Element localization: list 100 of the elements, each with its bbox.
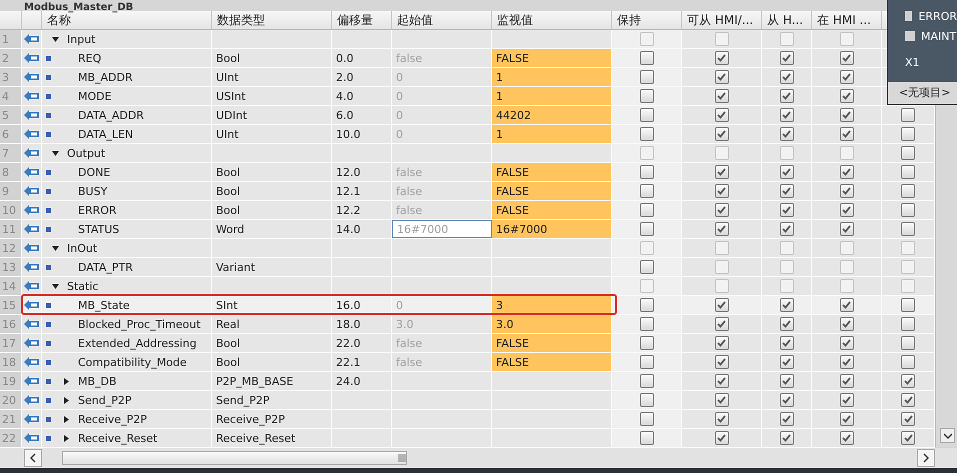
column-header[interactable]: 名称 [42, 11, 212, 29]
checkbox[interactable] [780, 336, 794, 350]
checkbox[interactable] [840, 165, 854, 179]
checkbox[interactable] [714, 298, 728, 312]
caret-icon[interactable] [63, 396, 70, 404]
checkbox[interactable] [714, 222, 728, 236]
caret-icon[interactable] [52, 150, 59, 156]
checkbox[interactable] [640, 336, 654, 350]
checkbox[interactable] [714, 108, 728, 122]
checkbox[interactable] [840, 374, 854, 388]
scroll-down-button[interactable] [940, 428, 955, 443]
checkbox[interactable] [780, 393, 794, 407]
checkbox[interactable] [714, 70, 728, 84]
checkbox[interactable] [840, 355, 854, 369]
caret-icon[interactable] [52, 282, 59, 290]
checkbox[interactable] [840, 51, 854, 65]
checkbox[interactable] [840, 412, 854, 426]
checkbox[interactable] [901, 165, 915, 179]
column-header[interactable]: 数据类型 [212, 11, 332, 29]
checkbox[interactable] [714, 184, 728, 198]
checkbox[interactable] [640, 298, 654, 312]
checkbox[interactable] [780, 431, 794, 445]
checkbox[interactable] [901, 127, 915, 141]
caret-icon[interactable] [63, 416, 70, 422]
caret-icon[interactable] [63, 378, 70, 384]
checkbox[interactable] [640, 374, 654, 388]
checkbox[interactable] [840, 184, 854, 198]
checkbox[interactable] [840, 336, 854, 350]
checkbox[interactable] [780, 108, 794, 122]
checkbox[interactable] [901, 374, 915, 388]
checkbox[interactable] [840, 127, 854, 141]
checkbox[interactable] [901, 146, 915, 160]
checkbox[interactable] [780, 317, 794, 331]
checkbox[interactable] [780, 165, 794, 179]
checkbox[interactable] [640, 165, 654, 179]
checkbox[interactable] [640, 184, 654, 198]
checkbox[interactable] [780, 70, 794, 84]
checkbox[interactable] [840, 222, 854, 236]
checkbox[interactable] [640, 431, 654, 445]
scroll-right-button[interactable] [917, 449, 935, 467]
checkbox[interactable] [840, 108, 854, 122]
checkbox[interactable] [901, 203, 915, 217]
column-header[interactable]: 在 HMI ... [812, 11, 882, 29]
checkbox[interactable] [640, 355, 654, 369]
popup-item[interactable]: MAINT [921, 30, 956, 42]
checkbox[interactable] [714, 412, 728, 426]
checkbox[interactable] [901, 317, 915, 331]
checkbox[interactable] [780, 203, 794, 217]
checkbox[interactable] [840, 70, 854, 84]
checkbox[interactable] [714, 393, 728, 407]
popup-item[interactable]: ERROR [918, 10, 957, 22]
checkbox[interactable] [640, 108, 654, 122]
column-header[interactable]: 保持 [612, 11, 682, 29]
checkbox[interactable] [780, 51, 794, 65]
column-header[interactable]: 可从 HMI/... [682, 11, 762, 29]
checkbox[interactable] [714, 203, 728, 217]
checkbox[interactable] [640, 203, 654, 217]
checkbox[interactable] [901, 298, 915, 312]
checkbox[interactable] [780, 412, 794, 426]
checkbox[interactable] [714, 336, 728, 350]
checkbox[interactable] [714, 374, 728, 388]
column-header[interactable]: 从 H... [762, 11, 812, 29]
checkbox[interactable] [640, 89, 654, 103]
checkbox[interactable] [714, 165, 728, 179]
checkbox[interactable] [714, 431, 728, 445]
column-header[interactable]: 监视值 [492, 11, 612, 29]
checkbox[interactable] [640, 260, 654, 274]
scrollbar-thumb[interactable] [62, 451, 407, 465]
checkbox[interactable] [640, 222, 654, 236]
checkbox[interactable] [714, 355, 728, 369]
scroll-left-button[interactable] [24, 449, 42, 467]
checkbox[interactable] [640, 51, 654, 65]
checkbox[interactable] [901, 355, 915, 369]
checkbox[interactable] [905, 31, 915, 41]
checkbox[interactable] [640, 127, 654, 141]
checkbox[interactable] [640, 393, 654, 407]
checkbox[interactable] [780, 355, 794, 369]
checkbox[interactable] [901, 393, 915, 407]
checkbox[interactable] [640, 317, 654, 331]
column-header[interactable]: 起始值 [392, 11, 492, 29]
caret-icon[interactable] [52, 244, 59, 252]
checkbox[interactable] [714, 89, 728, 103]
checkbox[interactable] [840, 89, 854, 103]
checkbox[interactable] [901, 184, 915, 198]
checkbox[interactable] [780, 222, 794, 236]
checkbox[interactable] [905, 11, 912, 21]
checkbox[interactable] [901, 431, 915, 445]
checkbox[interactable] [640, 412, 654, 426]
checkbox[interactable] [840, 431, 854, 445]
checkbox[interactable] [780, 298, 794, 312]
checkbox[interactable] [901, 412, 915, 426]
checkbox[interactable] [714, 51, 728, 65]
checkbox[interactable] [840, 393, 854, 407]
checkbox[interactable] [901, 222, 915, 236]
checkbox[interactable] [901, 336, 915, 350]
checkbox[interactable] [780, 89, 794, 103]
checkbox[interactable] [780, 374, 794, 388]
caret-icon[interactable] [52, 36, 59, 42]
checkbox[interactable] [714, 317, 728, 331]
checkbox[interactable] [901, 108, 915, 122]
